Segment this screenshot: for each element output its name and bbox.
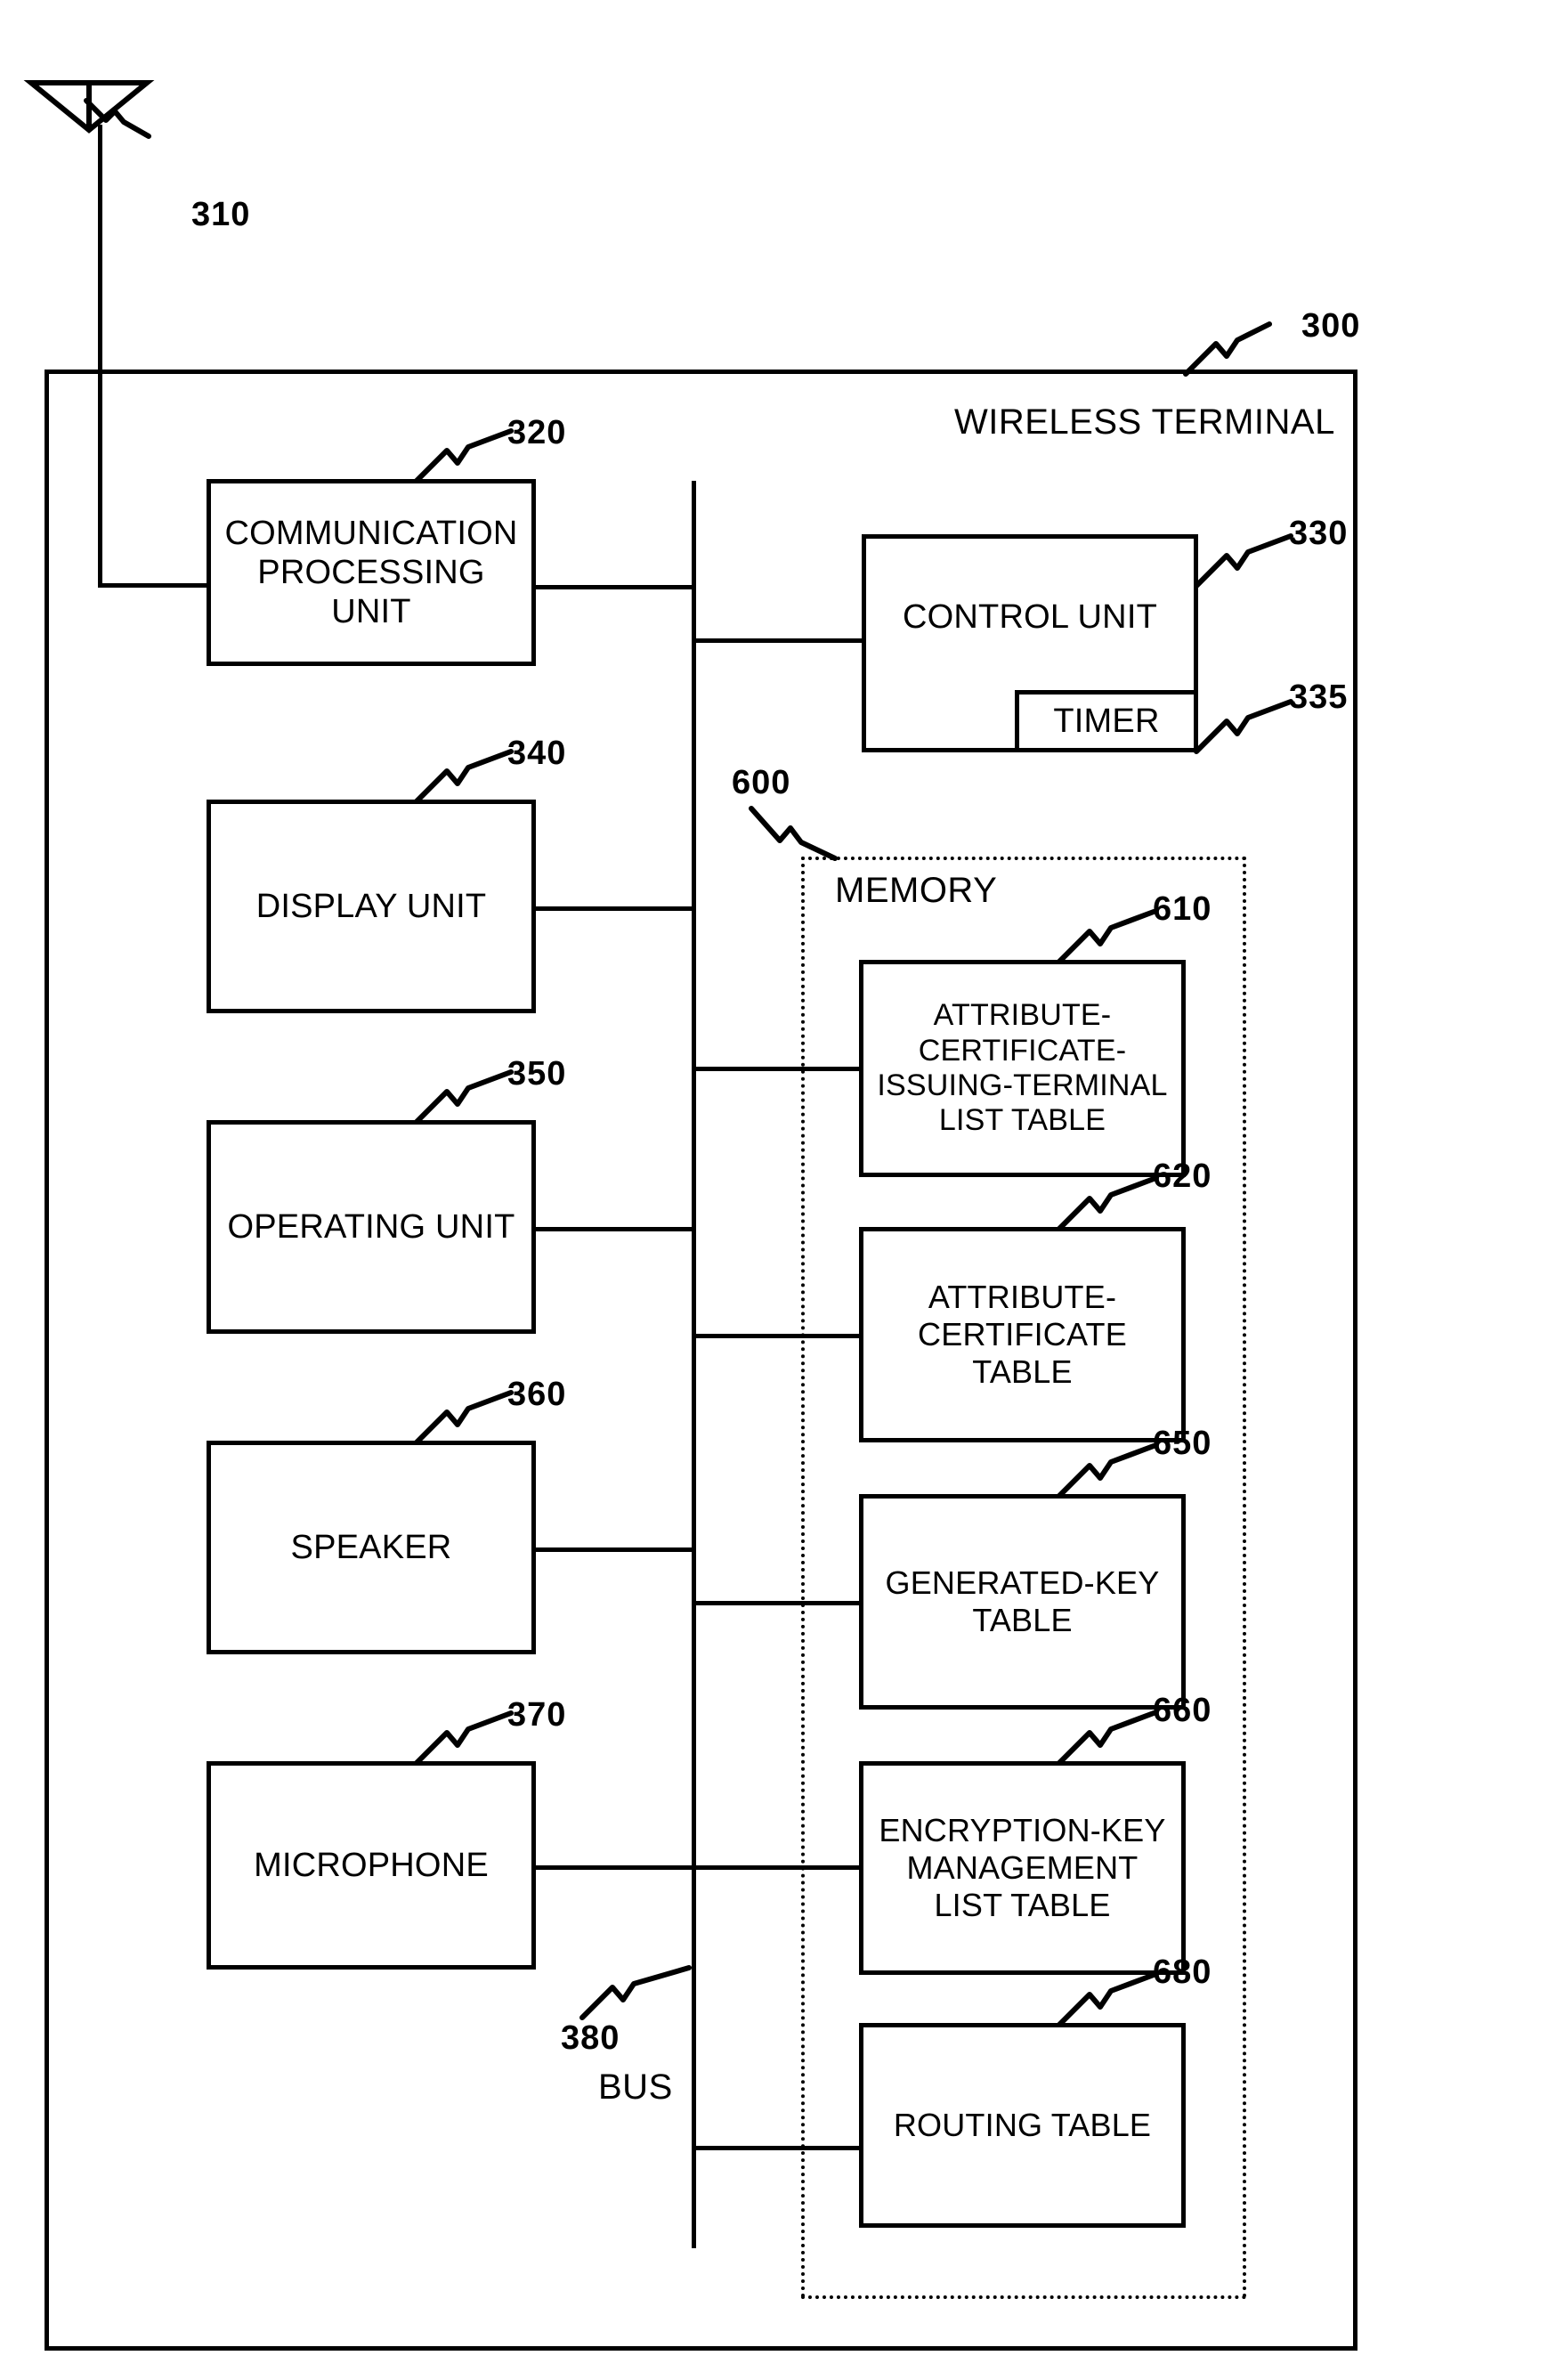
ref-380: 380 [561,2019,620,2057]
patent-figure-block-diagram: 310 300 WIRELESS TERMINAL 380 BUS COMMUN… [0,0,1556,2380]
ref-300: 300 [1301,307,1361,345]
ref-335: 335 [1289,678,1349,716]
ref-350: 350 [507,1055,567,1093]
connector-bus-to-control-unit [692,638,866,643]
communication-processing-unit-label: COMMUNICATION PROCESSING UNIT [221,514,521,631]
connector-cpu-to-bus [532,585,694,589]
table-650-line-1: GENERATED-KEY [885,1564,1160,1602]
table-610-line-3: ISSUING-TERMINAL [877,1068,1168,1102]
ref-320: 320 [507,414,567,451]
ref-360: 360 [507,1376,567,1413]
encryption-key-management-list-table-block[interactable]: ENCRYPTION-KEY MANAGEMENT LIST TABLE [859,1761,1186,1975]
timer-block[interactable]: TIMER [1015,690,1198,752]
connector-operating-to-bus [532,1227,694,1231]
ref-620: 620 [1153,1158,1212,1195]
table-620-line-1: ATTRIBUTE- [928,1279,1117,1316]
microphone-block[interactable]: MICROPHONE [207,1761,536,1970]
table-610-line-1: ATTRIBUTE- [933,998,1112,1033]
cpu-line-2: PROCESSING [257,553,485,591]
table-620-line-3: TABLE [972,1352,1073,1390]
timer-label: TIMER [1053,702,1160,740]
attribute-certificate-issuing-terminal-list-table-block[interactable]: ATTRIBUTE- CERTIFICATE- ISSUING-TERMINAL… [859,960,1186,1177]
display-unit-label: DISPLAY UNIT [255,887,487,925]
connector-speaker-to-bus [532,1547,694,1552]
table-610-label: ATTRIBUTE- CERTIFICATE- ISSUING-TERMINAL… [873,998,1171,1139]
ref-310: 310 [191,196,251,233]
memory-title: MEMORY [835,871,998,910]
ref-340: 340 [507,735,567,772]
generated-key-table-block[interactable]: GENERATED-KEY TABLE [859,1494,1186,1710]
cpu-line-1: COMMUNICATION [224,514,518,552]
connector-display-to-bus [532,906,694,911]
table-680-label: ROUTING TABLE [893,2107,1152,2144]
connector-bus-to-table-650 [692,1601,863,1605]
table-620-label: ATTRIBUTE- CERTIFICATE TABLE [914,1279,1131,1390]
leader-310 [84,93,182,147]
connector-microphone-to-bus [532,1865,694,1870]
connector-bus-to-table-620 [692,1334,863,1338]
connector-bus-to-table-680 [692,2146,863,2150]
table-660-line-2: MANAGEMENT [906,1849,1139,1887]
bus-label: BUS [598,2067,673,2107]
control-unit-label: CONTROL UNIT [903,598,1157,636]
routing-table-block[interactable]: ROUTING TABLE [859,2023,1186,2228]
communication-processing-unit-block[interactable]: COMMUNICATION PROCESSING UNIT [207,479,536,666]
table-610-line-4: LIST TABLE [938,1103,1106,1138]
table-660-label: ENCRYPTION-KEY MANAGEMENT LIST TABLE [875,1812,1169,1923]
cpu-line-3: UNIT [331,593,411,631]
table-660-line-3: LIST TABLE [934,1886,1111,1923]
table-650-label: GENERATED-KEY TABLE [882,1564,1163,1639]
leader-380 [579,1965,696,2021]
connector-bus-to-table-660 [692,1865,863,1870]
wireless-terminal-title: WIRELESS TERMINAL [954,402,1335,442]
ref-650: 650 [1153,1425,1212,1462]
table-650-line-2: TABLE [972,1602,1073,1638]
speaker-block[interactable]: SPEAKER [207,1441,536,1654]
operating-unit-label: OPERATING UNIT [227,1207,515,1246]
ref-370: 370 [507,1696,567,1734]
ref-330: 330 [1289,515,1349,552]
leader-600 [749,806,849,862]
attribute-certificate-table-block[interactable]: ATTRIBUTE- CERTIFICATE TABLE [859,1227,1186,1442]
operating-unit-block[interactable]: OPERATING UNIT [207,1120,536,1334]
ref-610: 610 [1153,890,1212,928]
ref-600: 600 [732,764,791,801]
ref-680: 680 [1153,1954,1212,1991]
table-610-line-2: CERTIFICATE- [918,1033,1127,1068]
display-unit-block[interactable]: DISPLAY UNIT [207,800,536,1013]
table-660-line-1: ENCRYPTION-KEY [879,1812,1166,1849]
leader-300 [1183,321,1300,378]
ref-660: 660 [1153,1692,1212,1729]
microphone-label: MICROPHONE [254,1846,489,1884]
connector-bus-to-table-610 [692,1067,863,1071]
speaker-label: SPEAKER [290,1528,452,1566]
table-620-line-2: CERTIFICATE [918,1316,1127,1353]
